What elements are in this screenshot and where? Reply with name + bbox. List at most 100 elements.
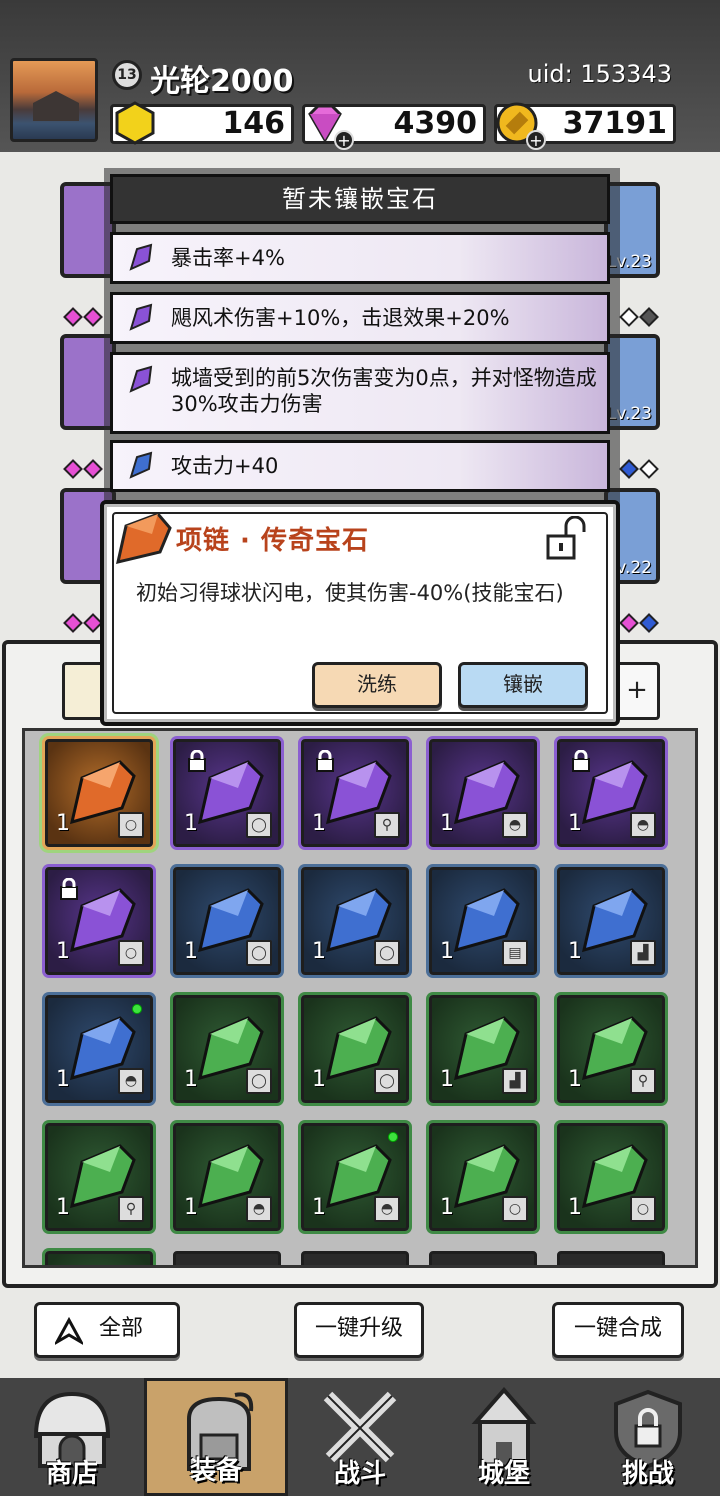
add-diamonds-button[interactable]: + xyxy=(334,130,354,150)
gem-count: 1 xyxy=(440,1195,454,1220)
gem-count: 1 xyxy=(312,1195,326,1220)
necklace-icon: ○ xyxy=(118,812,144,838)
unlock-icon[interactable] xyxy=(544,516,592,562)
helmet-icon: ◓ xyxy=(118,1068,144,1094)
filter-all-button[interactable]: 全部 xyxy=(34,1302,180,1358)
gem-count: 1 xyxy=(568,1195,582,1220)
gem-count: 1 xyxy=(184,1195,198,1220)
ring-icon: ◯ xyxy=(374,940,400,966)
blue-gem-icon xyxy=(129,451,153,479)
nav-castle[interactable]: 城堡 xyxy=(432,1378,576,1496)
inventory-gem-slot[interactable]: 1 ⚲ xyxy=(557,995,665,1103)
boots-icon: ▟ xyxy=(502,1068,528,1094)
inventory-gem-slot[interactable]: 1 ▟ xyxy=(557,867,665,975)
top-bar: 13 光轮2000 uid: 153343 146 4390 + 37191 + xyxy=(0,0,720,152)
inventory-gem-slot[interactable]: 1 ▤ xyxy=(429,867,537,975)
inventory-gem-slot[interactable]: 1 ○ xyxy=(45,739,153,847)
inventory-gem-slot[interactable]: 1 ◯ xyxy=(173,867,281,975)
gem-count: 1 xyxy=(568,1067,582,1092)
player-uid: uid: 153343 xyxy=(527,60,672,88)
helmet-icon: ◓ xyxy=(374,1196,400,1222)
inventory-gem-slot[interactable]: 1 ◯ xyxy=(173,995,281,1103)
nav-challenge-label: 挑战 xyxy=(621,1459,674,1489)
add-tab-button[interactable]: + xyxy=(614,662,660,720)
upgrade-all-button[interactable]: 一键升级 xyxy=(294,1302,424,1358)
inventory-gem-slot[interactable]: 1 ◓ xyxy=(45,995,153,1103)
inlay-button[interactable]: 镶嵌 xyxy=(458,662,588,708)
gem-count: 1 xyxy=(56,811,70,836)
gem-effect-text: 暴击率+4% xyxy=(171,246,285,270)
gem-count: 1 xyxy=(56,1195,70,1220)
new-indicator-dot xyxy=(132,1004,142,1014)
nav-shop[interactable]: 商店 xyxy=(0,1378,144,1496)
gem-effect-text: 攻击力+40 xyxy=(171,454,279,478)
popup-title: 项链 · 传奇宝石 xyxy=(176,526,369,556)
merge-all-button[interactable]: 一键合成 xyxy=(552,1302,684,1358)
gem-count: 1 xyxy=(440,811,454,836)
gem-effect-row: 城墙受到的前5次伤害变为0点，并对怪物造成30%攻击力伤害 xyxy=(110,352,610,434)
inventory-gem-slot[interactable]: 1 ○ xyxy=(45,867,153,975)
filter-all-label: 全部 xyxy=(99,1316,144,1341)
inventory-gem-slot[interactable]: 1 ◓ xyxy=(429,739,537,847)
purple-gem-icon xyxy=(129,365,153,393)
inventory-gem-slot[interactable]: 1 ▟ xyxy=(429,995,537,1103)
triangle-up-icon xyxy=(55,1317,83,1345)
necklace-icon: ○ xyxy=(502,1196,528,1222)
gem-count: 1 xyxy=(568,939,582,964)
lock-icon xyxy=(572,750,590,772)
gem-inventory-grid: 1 ○ 1 ◯ 1 ⚲ 1 ◓ 1 ◓ 1 ○ 1 ◯ 1 ◯ 1 ▤ 1 ▟ 1 ◓ 1 ◯ 1 ◯ 1 ▟ 1 ⚲ 1 ⚲ 1 ◓ 1 ◓ 1 ○ 1 ○ xyxy=(22,728,698,1268)
helmet-icon: ◓ xyxy=(502,812,528,838)
inventory-gem-slot[interactable] xyxy=(45,1251,153,1265)
player-name: 光轮2000 xyxy=(150,64,294,99)
inventory-gem-slot[interactable]: 1 ◯ xyxy=(173,739,281,847)
ring-icon: ◯ xyxy=(246,812,272,838)
inventory-gem-slot[interactable] xyxy=(301,1251,409,1265)
helmet-icon: ◓ xyxy=(630,812,656,838)
gem-count: 1 xyxy=(312,811,326,836)
inventory-gem-slot[interactable] xyxy=(173,1251,281,1265)
nav-battle-label: 战斗 xyxy=(333,1459,386,1489)
lock-icon xyxy=(60,878,78,900)
inventory-gem-slot[interactable]: 1 ○ xyxy=(429,1123,537,1231)
refine-button[interactable]: 洗练 xyxy=(312,662,442,708)
purple-gem-icon xyxy=(129,243,153,271)
gem-effect-row: 飓风术伤害+10%，击退效果+20% xyxy=(110,292,610,344)
wand-icon: ⚲ xyxy=(630,1068,656,1094)
inventory-gem-slot[interactable] xyxy=(557,1251,665,1265)
inventory-gem-slot[interactable]: 1 ⚲ xyxy=(45,1123,153,1231)
inventory-gem-slot[interactable]: 1 ◯ xyxy=(301,867,409,975)
inventory-gem-slot[interactable]: 1 ◓ xyxy=(557,739,665,847)
inventory-gem-slot[interactable] xyxy=(429,1251,537,1265)
inventory-gem-slot[interactable]: 1 ◓ xyxy=(301,1123,409,1231)
ring-icon: ◯ xyxy=(374,1068,400,1094)
gem-count: 1 xyxy=(184,811,198,836)
nav-shop-label: 商店 xyxy=(45,1459,98,1489)
nav-challenge[interactable]: 挑战 xyxy=(576,1378,720,1496)
inventory-gem-slot[interactable]: 1 ◯ xyxy=(301,995,409,1103)
gem-slots-title: 暂未镶嵌宝石 xyxy=(110,174,610,224)
gem-count: 1 xyxy=(312,1067,326,1092)
inventory-gem-slot[interactable]: 1 ○ xyxy=(557,1123,665,1231)
gem-count: 1 xyxy=(440,1067,454,1092)
new-indicator-dot xyxy=(388,1132,398,1142)
gem-count: 1 xyxy=(312,939,326,964)
inventory-gem-slot[interactable]: 1 ⚲ xyxy=(301,739,409,847)
boots-icon: ▟ xyxy=(630,940,656,966)
gem-effect-text: 飓风术伤害+10%，击退效果+20% xyxy=(171,306,510,330)
gem-count: 1 xyxy=(56,1067,70,1092)
purple-gem-icon xyxy=(129,303,153,331)
avatar[interactable] xyxy=(10,58,98,142)
popup-description: 初始习得球状闪电，使其伤害-40%(技能宝石) xyxy=(136,581,564,605)
nav-equipment[interactable]: 装备 xyxy=(144,1378,288,1496)
gem-effect-row: 攻击力+40 xyxy=(110,440,610,492)
gem-count: 1 xyxy=(440,939,454,964)
add-gold-button[interactable]: + xyxy=(526,130,546,150)
gem-count: 1 xyxy=(568,811,582,836)
necklace-icon: ○ xyxy=(630,1196,656,1222)
wand-icon: ⚲ xyxy=(118,1196,144,1222)
gem-count: 1 xyxy=(184,939,198,964)
nav-castle-label: 城堡 xyxy=(477,1459,530,1489)
nav-battle[interactable]: 战斗 xyxy=(288,1378,432,1496)
gem-effect-text: 城墙受到的前5次伤害变为0点，并对怪物造成30%攻击力伤害 xyxy=(171,366,597,416)
inventory-gem-slot[interactable]: 1 ◓ xyxy=(173,1123,281,1231)
